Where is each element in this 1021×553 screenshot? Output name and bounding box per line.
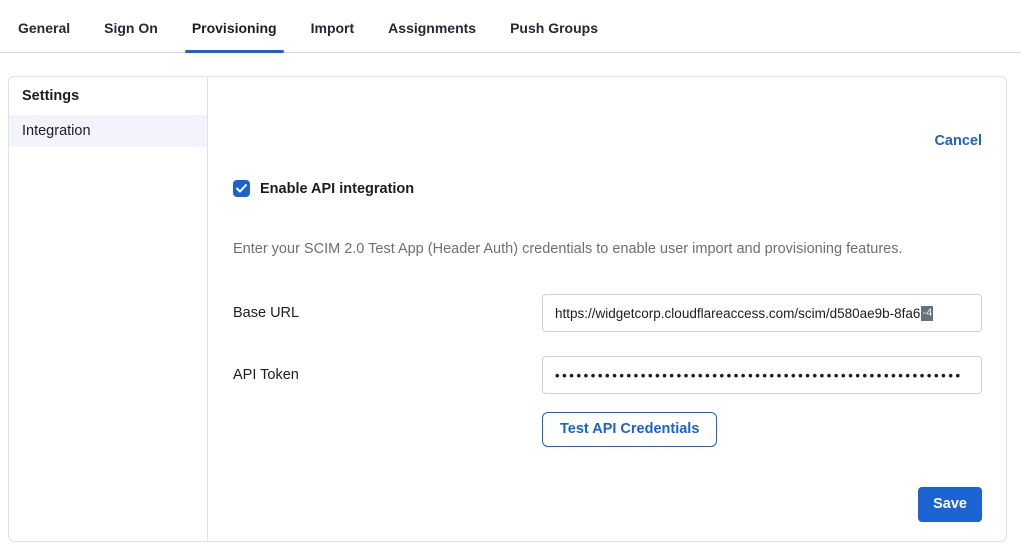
save-row: Save <box>233 487 982 522</box>
settings-sidebar: Settings Integration <box>9 77 208 541</box>
base-url-label: Base URL <box>233 305 542 321</box>
enable-api-row: Enable API integration <box>233 180 982 197</box>
api-token-input[interactable]: ••••••••••••••••••••••••••••••••••••••••… <box>542 356 982 394</box>
save-button[interactable]: Save <box>918 487 982 522</box>
enable-api-checkbox[interactable] <box>233 180 250 197</box>
app-tabbar: General Sign On Provisioning Import Assi… <box>0 0 1021 53</box>
sidebar-header: Settings <box>9 81 207 115</box>
tab-general[interactable]: General <box>11 20 77 52</box>
tab-assignments[interactable]: Assignments <box>381 20 483 52</box>
test-api-credentials-button[interactable]: Test API Credentials <box>542 412 717 447</box>
tab-import[interactable]: Import <box>304 20 362 52</box>
checkmark-icon <box>236 184 247 193</box>
cancel-row: Cancel <box>233 133 982 149</box>
sidebar-item-integration[interactable]: Integration <box>9 115 207 147</box>
base-url-row: Base URL https://widgetcorp.cloudflareac… <box>233 294 982 332</box>
provisioning-panel: Settings Integration Cancel Enable API i… <box>8 76 1007 542</box>
base-url-value: https://widgetcorp.cloudflareaccess.com/… <box>555 306 920 321</box>
base-url-input[interactable]: https://widgetcorp.cloudflareaccess.com/… <box>542 294 982 332</box>
integration-form: Cancel Enable API integration Enter your… <box>208 77 1006 541</box>
cancel-button[interactable]: Cancel <box>934 133 982 149</box>
api-token-label: API Token <box>233 367 542 383</box>
tab-push-groups[interactable]: Push Groups <box>503 20 605 52</box>
tab-sign-on[interactable]: Sign On <box>97 20 165 52</box>
api-token-masked-value: ••••••••••••••••••••••••••••••••••••••••… <box>555 368 963 383</box>
tab-provisioning[interactable]: Provisioning <box>185 20 284 52</box>
test-credentials-row: Test API Credentials <box>542 412 982 447</box>
credentials-description: Enter your SCIM 2.0 Test App (Header Aut… <box>233 241 982 258</box>
enable-api-label: Enable API integration <box>260 181 414 197</box>
api-token-row: API Token ••••••••••••••••••••••••••••••… <box>233 356 982 394</box>
base-url-selected-overflow: -4 <box>921 306 933 321</box>
